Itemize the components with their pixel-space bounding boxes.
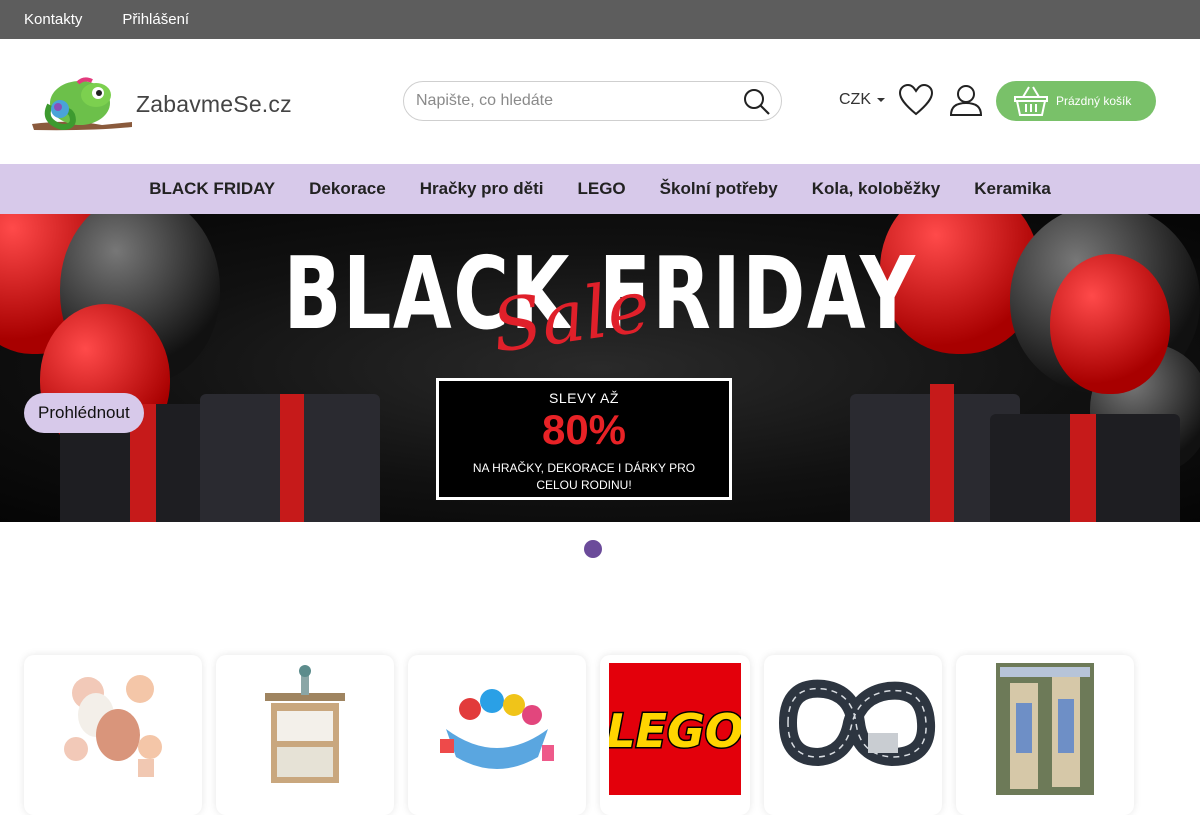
search-icon[interactable]: [743, 88, 771, 116]
currency-selector[interactable]: CZK: [839, 91, 885, 109]
site-logo[interactable]: ZabavmeSe.cz: [32, 75, 292, 133]
race-track-icon: [778, 679, 936, 767]
category-card[interactable]: [764, 655, 942, 815]
lego-logo-icon: LEGO: [609, 663, 741, 795]
offer-line1: SLEVY AŽ: [549, 390, 619, 406]
contacts-link[interactable]: Kontakty: [24, 11, 82, 28]
hero-banner[interactable]: BLACK FRIDAY Sale SLEVY AŽ 80% NA HRAČKY…: [0, 214, 1200, 522]
nav-item-keramika[interactable]: Keramika: [974, 179, 1051, 199]
balance-toy-icon: [440, 689, 554, 769]
chameleon-logo-icon: [32, 77, 132, 131]
user-icon[interactable]: [949, 83, 983, 117]
gift-ribbon-icon: [280, 394, 304, 522]
login-link[interactable]: Přihlášení: [122, 11, 189, 28]
cart-button[interactable]: Prázdný košík: [996, 81, 1156, 121]
nav-item-hracky[interactable]: Hračky pro děti: [420, 179, 544, 199]
nav-item-kola[interactable]: Kola, koloběžky: [812, 179, 940, 199]
basket-icon: [1014, 86, 1048, 116]
balloons-icon: [64, 675, 162, 777]
top-bar: Kontakty Přihlášení: [0, 0, 1200, 39]
category-card[interactable]: [216, 655, 394, 815]
nav-item-black-friday[interactable]: BLACK FRIDAY: [149, 179, 275, 199]
category-cards: LEGO: [24, 655, 1148, 815]
slider-dots: [0, 522, 1200, 576]
currency-label: CZK: [839, 91, 871, 108]
search-box: [403, 81, 782, 121]
nav-item-lego[interactable]: LEGO: [577, 179, 625, 199]
search-input[interactable]: [416, 92, 736, 110]
logo-text: ZabavmeSe.cz: [136, 90, 292, 117]
balloon-red-icon: [1050, 254, 1170, 394]
offer-box: SLEVY AŽ 80% NA HRAČKY, DEKORACE I DÁRKY…: [436, 378, 732, 500]
site-header: ZabavmeSe.cz CZK Prázdný košík: [0, 39, 1200, 164]
caret-down-icon: [877, 98, 885, 102]
category-card[interactable]: LEGO: [600, 655, 750, 815]
nav-item-dekorace[interactable]: Dekorace: [309, 179, 386, 199]
cart-label: Prázdný košík: [1056, 94, 1132, 108]
nav-item-skolni-potreby[interactable]: Školní potřeby: [660, 179, 778, 199]
category-card[interactable]: [408, 655, 586, 815]
dollhouse-icon: [265, 665, 345, 783]
category-card[interactable]: [24, 655, 202, 815]
category-card[interactable]: [956, 655, 1134, 815]
offer-percent: 80%: [541, 406, 627, 453]
svg-text:LEGO: LEGO: [609, 704, 741, 758]
main-nav: BLACK FRIDAY Dekorace Hračky pro děti LE…: [0, 164, 1200, 214]
slider-dot[interactable]: [583, 540, 602, 558]
hero-cta-button[interactable]: Prohlédnout: [24, 393, 144, 433]
gift-ribbon-icon: [930, 384, 954, 522]
heart-icon[interactable]: [898, 84, 934, 116]
offer-line3: NA HRAČKY, DEKORACE I DÁRKY PRO CELOU RO…: [472, 461, 696, 493]
gift-ribbon-icon: [1070, 414, 1096, 522]
wind-chime-icon: [996, 663, 1094, 795]
